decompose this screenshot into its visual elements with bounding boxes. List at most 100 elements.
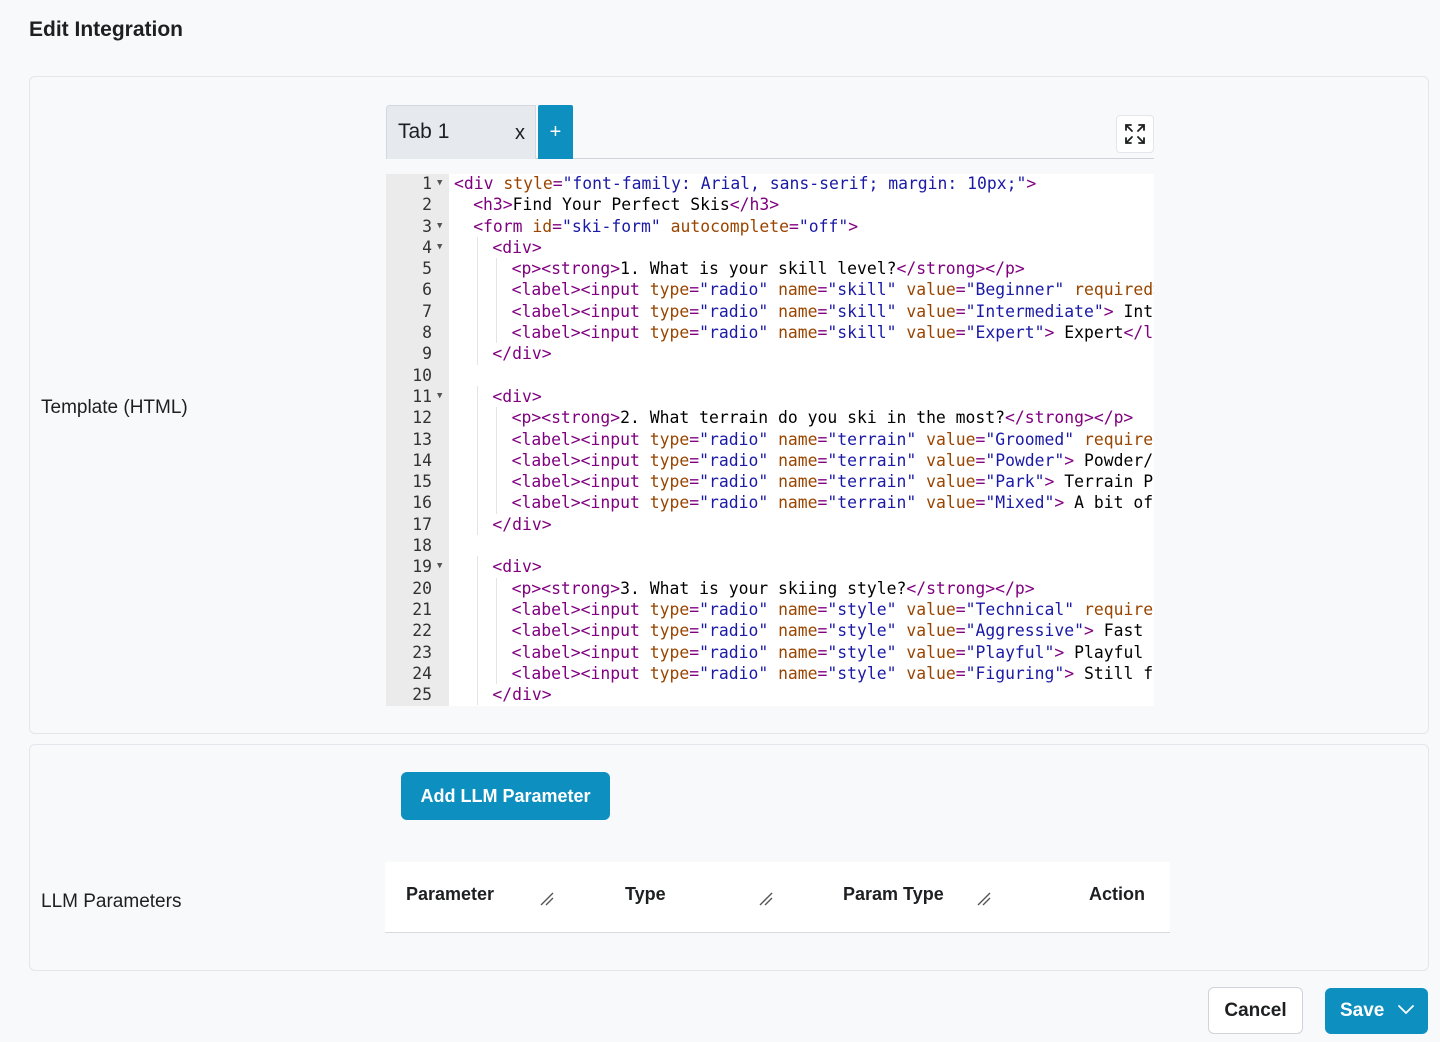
code-token: "Figuring": [965, 663, 1065, 683]
code-token: "radio": [699, 429, 779, 449]
add-llm-parameter-button[interactable]: Add LLM Parameter: [401, 772, 610, 820]
code-token: name: [778, 642, 818, 662]
line-number: 8: [422, 323, 432, 343]
indent-guide: [477, 407, 479, 429]
code-text: <label><input type="radio" name="skill" …: [512, 301, 1154, 322]
indent-guide: [477, 343, 479, 365]
code-token: =: [817, 642, 828, 662]
line-number: 2: [422, 195, 432, 215]
code-token: "style": [827, 663, 907, 683]
code-token: "font-family: Arial, sans-serif; margin:…: [562, 174, 1027, 193]
code-token: <label><input: [511, 301, 650, 321]
code-token: <form: [473, 216, 533, 236]
code-token: "radio": [699, 280, 779, 300]
params-label: LLM Parameters: [41, 891, 182, 912]
code-token: =: [789, 216, 799, 236]
column-header-param-type[interactable]: Param Type: [843, 884, 944, 905]
code-token: =: [817, 323, 828, 343]
line-number: 18: [412, 536, 432, 556]
fold-arrow-icon[interactable]: ▼: [437, 216, 442, 237]
code-token: "terrain": [827, 472, 927, 492]
fold-arrow-icon[interactable]: ▼: [437, 386, 442, 407]
code-token: <label><input: [511, 493, 650, 513]
fullscreen-button[interactable]: [1116, 115, 1154, 153]
code-token: =: [817, 429, 828, 449]
code-token: <label><input: [511, 323, 650, 343]
indent-guide: [496, 492, 498, 514]
code-token: autocomplete: [670, 216, 790, 236]
code-token: =: [552, 216, 563, 236]
line-number: 12: [412, 408, 432, 428]
code-token: required: [1084, 599, 1154, 619]
code-token: "ski-form": [562, 216, 671, 236]
indent-guide: [477, 385, 479, 408]
code-token: value: [906, 323, 956, 343]
code-token: =: [817, 472, 828, 492]
indent-guide: [496, 471, 498, 493]
code-token: "terrain": [827, 493, 927, 513]
code-editor[interactable]: 1 ▼ <div style="font-family: Arial, sans-s…: [386, 174, 1154, 706]
code-token: "radio": [699, 301, 779, 321]
code-token: =: [689, 450, 700, 470]
column-resize-icon[interactable]: [539, 891, 555, 907]
code-text: <label><input type="radio" name="style" …: [512, 663, 1154, 684]
indent-guide: [477, 598, 479, 621]
code-line: 12 <p><strong>2. What terrain do you ski …: [386, 407, 1154, 429]
code-token: value: [906, 301, 956, 321]
fold-arrow-icon[interactable]: ▼: [437, 174, 442, 194]
column-header-parameter[interactable]: Parameter: [406, 884, 494, 905]
code-line: 9 </div>: [386, 343, 1154, 365]
code-token: <div>: [492, 386, 542, 406]
column-header-action: Action: [1089, 884, 1145, 904]
code-text: </div>: [492, 514, 551, 535]
code-lines: 1 ▼ <div style="font-family: Arial, sans-s…: [386, 174, 1154, 706]
code-line: 21 <label><input type="radio" name="style…: [386, 598, 1154, 621]
line-number: 10: [412, 365, 432, 385]
code-token: name: [778, 621, 818, 641]
code-token: =: [955, 642, 966, 662]
code-token: "skill": [827, 280, 907, 300]
code-token: "off": [798, 216, 849, 236]
line-number: 13: [412, 429, 432, 449]
column-resize-icon[interactable]: [976, 891, 992, 907]
tab-close-button[interactable]: x: [515, 122, 525, 145]
save-button[interactable]: Save: [1325, 988, 1428, 1034]
tab-1[interactable]: Tab 1 x: [386, 105, 536, 159]
fold-arrow-icon[interactable]: ▼: [437, 556, 442, 577]
fold-arrow-icon[interactable]: ▼: [437, 237, 442, 258]
indent-guide: [496, 258, 498, 280]
chevron-down-icon[interactable]: [1397, 1004, 1415, 1016]
code-token: Powder/Of: [1084, 450, 1154, 470]
code-token: name: [778, 280, 818, 300]
code-token: name: [778, 663, 818, 683]
line-number: 9: [422, 344, 432, 364]
code-token: <p><strong>: [511, 408, 621, 428]
code-token: =: [689, 642, 700, 662]
code-token: =: [552, 174, 563, 193]
add-tab-button[interactable]: +: [538, 105, 573, 159]
code-token: "skill": [827, 323, 907, 343]
code-token: Expert: [1054, 323, 1124, 343]
indent-guide: [496, 407, 498, 429]
code-token: "radio": [699, 642, 779, 662]
code-token: >: [1044, 472, 1055, 492]
code-token: =: [817, 663, 828, 683]
code-text: <p><strong>3. What is your skiing style?…: [512, 578, 1035, 599]
indent-guide: [496, 598, 498, 621]
code-token: value: [926, 493, 976, 513]
line-number: 24: [412, 663, 432, 683]
code-text: <label><input type="radio" name="terrain…: [512, 429, 1154, 450]
indent-guide: [477, 300, 479, 323]
cancel-button[interactable]: Cancel: [1208, 987, 1303, 1034]
code-line: 3 ▼ <form id="ski-form" autocomplete="off"…: [386, 216, 1154, 237]
code-line: 17 </div>: [386, 513, 1154, 536]
code-token: >: [1103, 301, 1114, 321]
code-token: <h3>: [473, 195, 513, 215]
code-token: <label><input: [511, 450, 650, 470]
column-resize-icon[interactable]: [758, 891, 774, 907]
column-header-type[interactable]: Type: [625, 884, 666, 905]
code-token: type: [649, 323, 690, 343]
code-token: "terrain": [827, 450, 927, 470]
code-token: name: [778, 450, 818, 470]
code-token: "radio": [699, 621, 779, 641]
